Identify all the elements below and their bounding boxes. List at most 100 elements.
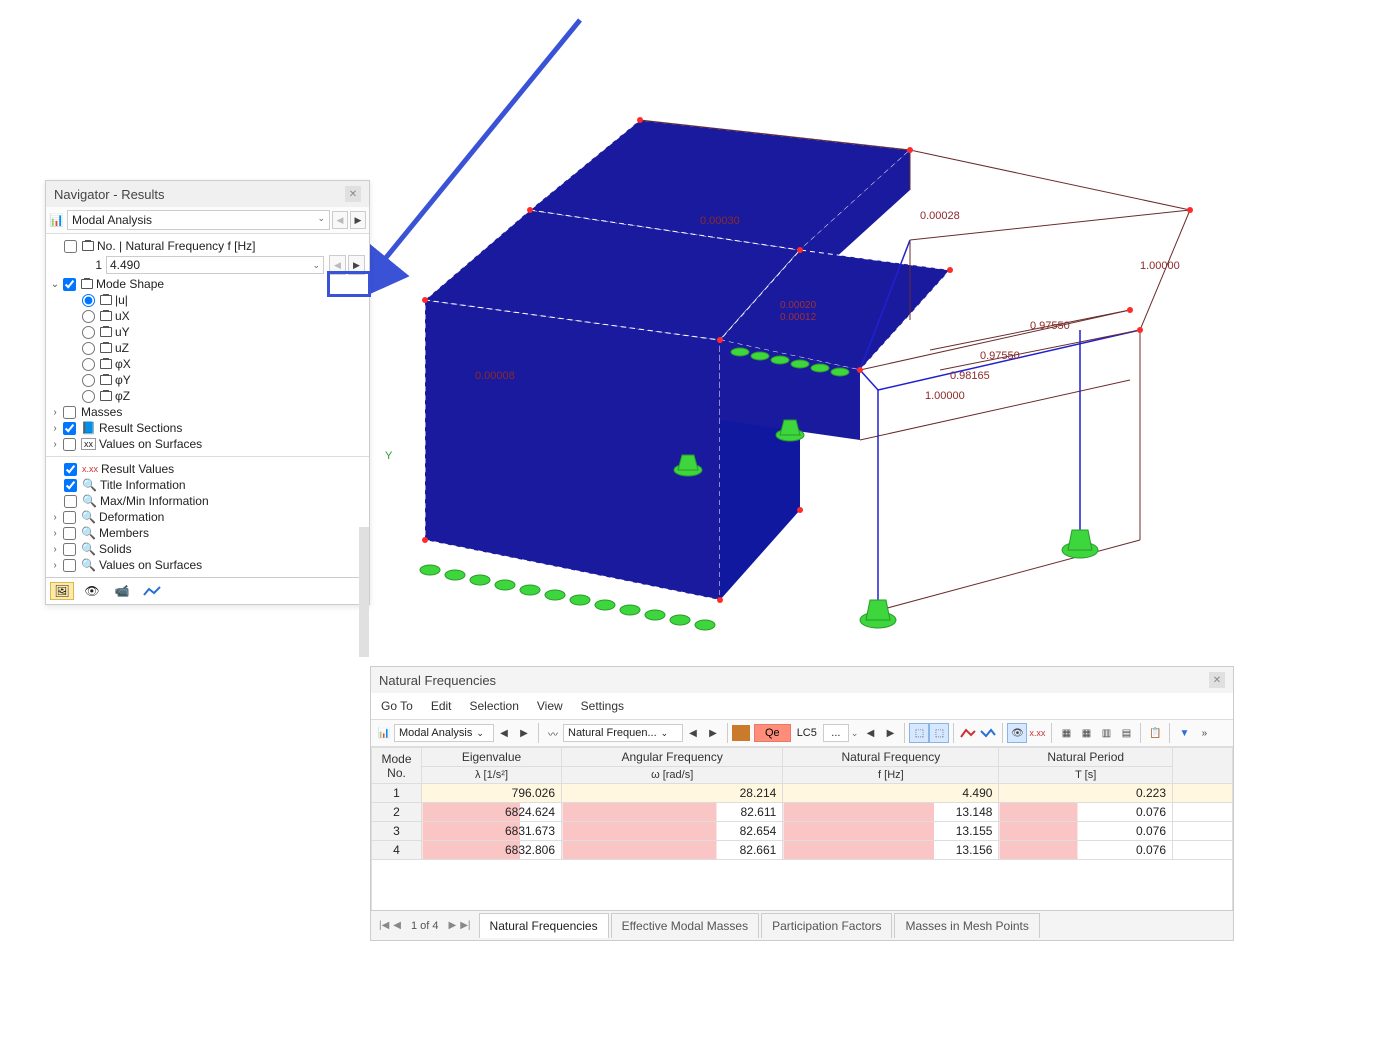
menu-selection[interactable]: Selection — [470, 699, 519, 713]
table-row[interactable]: 2 6824.624 82.611 13.148 0.076 — [372, 803, 1233, 822]
deformation-checkbox[interactable] — [63, 511, 76, 524]
tb-prev3-icon[interactable]: ◀ — [860, 723, 880, 743]
section2-icon[interactable] — [978, 723, 998, 743]
result-sections-checkbox[interactable] — [63, 422, 76, 435]
section-icon[interactable] — [958, 723, 978, 743]
decimals-icon[interactable]: x.xx — [1027, 723, 1047, 743]
grid1-icon[interactable]: ▦ — [1056, 723, 1076, 743]
next-arrow-icon[interactable]: ▶ — [350, 211, 366, 229]
prev-page-icon[interactable]: ◀ — [393, 920, 401, 931]
result-values-item[interactable]: x.xxResult Values — [46, 461, 369, 477]
color-swatch[interactable] — [732, 725, 750, 741]
tb-prev2-icon[interactable]: ◀ — [683, 723, 703, 743]
menu-edit[interactable]: Edit — [431, 699, 452, 713]
tb-next-icon[interactable]: ▶ — [514, 723, 534, 743]
col-natfreq[interactable]: Natural Frequency — [783, 748, 999, 767]
cell-nf[interactable]: 13.155 — [783, 822, 999, 841]
cell-np[interactable]: 0.076 — [999, 822, 1173, 841]
chart-line-icon[interactable] — [140, 582, 164, 600]
col-angfreq[interactable]: Angular Frequency — [562, 748, 783, 767]
col-mode-no[interactable]: Mode No. — [372, 748, 422, 784]
cell-af[interactable]: 82.654 — [562, 822, 783, 841]
eye2-icon[interactable]: 👁 — [1007, 723, 1027, 743]
prev-arrow-icon[interactable]: ◀ — [332, 211, 348, 229]
cell-ev[interactable]: 6832.806 — [422, 841, 562, 860]
phiy-item[interactable]: φY — [46, 372, 369, 388]
cell-ev[interactable]: 6831.673 — [422, 822, 562, 841]
tab-masses-in-mesh-points[interactable]: Masses in Mesh Points — [894, 913, 1039, 938]
cell-af[interactable]: 82.661 — [562, 841, 783, 860]
members-checkbox[interactable] — [63, 527, 76, 540]
next-page-icon[interactable]: ▶ — [449, 920, 457, 931]
analysis-type-select[interactable]: Modal Analysis⌄ — [67, 210, 330, 230]
funnel-icon[interactable]: ▼ — [1174, 723, 1194, 743]
mode-shape-item[interactable]: ⌄ Mode Shape — [46, 276, 369, 292]
phiz-item[interactable]: φZ — [46, 388, 369, 404]
cell-af[interactable]: 82.611 — [562, 803, 783, 822]
tab-participation-factors[interactable]: Participation Factors — [761, 913, 892, 938]
solids-item[interactable]: ›🔍Solids — [46, 541, 369, 557]
grid4-icon[interactable]: ▤ — [1116, 723, 1136, 743]
cell-nf[interactable]: 13.148 — [783, 803, 999, 822]
tab-effective-modal-masses[interactable]: Effective Modal Masses — [611, 913, 760, 938]
menu-view[interactable]: View — [537, 699, 563, 713]
navigator-title-bar[interactable]: Navigator - Results ✕ — [46, 181, 369, 207]
view-icon[interactable]: 🖼 — [50, 582, 74, 600]
table-row[interactable]: 1 796.026 28.214 4.490 0.223 — [372, 784, 1233, 803]
tb-next3-icon[interactable]: ▶ — [880, 723, 900, 743]
result-sections-item[interactable]: ›📘Result Sections — [46, 420, 369, 436]
values-on-surfaces-item[interactable]: ›xxValues on Surfaces — [46, 436, 369, 452]
filter1-icon[interactable]: ⬚ — [909, 723, 929, 743]
tab-natural-frequencies[interactable]: Natural Frequencies — [479, 913, 609, 938]
close-icon[interactable]: ✕ — [1209, 672, 1225, 688]
lc5-label[interactable]: LC5 — [791, 725, 823, 741]
maxmin-info-item[interactable]: 🔍Max/Min Information — [46, 493, 369, 509]
title-info-checkbox[interactable] — [64, 479, 77, 492]
cell-np[interactable]: 0.076 — [999, 803, 1173, 822]
uz-radio[interactable] — [82, 342, 95, 355]
mode-prev-icon[interactable]: ◀ — [329, 255, 346, 275]
cell-ev[interactable]: 6824.624 — [422, 803, 562, 822]
list-icon[interactable]: 📋 — [1145, 723, 1165, 743]
camera-icon[interactable]: 📹 — [110, 582, 134, 600]
cell-ev[interactable]: 796.026 — [422, 784, 562, 803]
uz-item[interactable]: uZ — [46, 340, 369, 356]
freq-checkbox[interactable] — [64, 240, 77, 253]
members-item[interactable]: ›🔍Members — [46, 525, 369, 541]
title-info-item[interactable]: 🔍Title Information — [46, 477, 369, 493]
scrollbar[interactable] — [359, 527, 369, 657]
u-abs-item[interactable]: |u| — [46, 292, 369, 308]
eye-icon[interactable]: 👁 — [80, 582, 104, 600]
deformation-item[interactable]: ›🔍Deformation — [46, 509, 369, 525]
ux-radio[interactable] — [82, 310, 95, 323]
last-page-icon[interactable]: ▶| — [460, 920, 470, 931]
masses-checkbox[interactable] — [63, 406, 76, 419]
phix-item[interactable]: φX — [46, 356, 369, 372]
tb-prev-icon[interactable]: ◀ — [494, 723, 514, 743]
phiz-radio[interactable] — [82, 390, 95, 403]
vos2-item[interactable]: ›🔍Values on Surfaces — [46, 557, 369, 573]
result-values-checkbox[interactable] — [64, 463, 77, 476]
close-icon[interactable]: ✕ — [345, 186, 361, 202]
vos2-checkbox[interactable] — [63, 559, 76, 572]
phiy-radio[interactable] — [82, 374, 95, 387]
tb-result-select[interactable]: Natural Frequen...⌄ — [563, 724, 683, 742]
mode-next-icon[interactable]: ▶ — [348, 255, 365, 275]
col-natperiod[interactable]: Natural Period — [999, 748, 1173, 767]
chevron-down-icon[interactable]: ⌄ — [851, 728, 859, 739]
cell-np[interactable]: 0.076 — [999, 841, 1173, 860]
tb-analysis-select[interactable]: Modal Analysis⌄ — [394, 724, 494, 742]
vos-checkbox[interactable] — [63, 438, 76, 451]
grid2-icon[interactable]: ▦ — [1076, 723, 1096, 743]
cell-nf[interactable]: 4.490 — [783, 784, 999, 803]
grid3-icon[interactable]: ▥ — [1096, 723, 1116, 743]
menu-goto[interactable]: Go To — [381, 699, 413, 713]
qe-button[interactable]: Qe — [754, 724, 791, 742]
uy-item[interactable]: uY — [46, 324, 369, 340]
table-row[interactable]: 3 6831.673 82.654 13.155 0.076 — [372, 822, 1233, 841]
table-row[interactable]: 4 6832.806 82.661 13.156 0.076 — [372, 841, 1233, 860]
first-page-icon[interactable]: |◀ — [379, 920, 389, 931]
ux-item[interactable]: uX — [46, 308, 369, 324]
tb-ellipsis[interactable]: ... — [823, 724, 849, 742]
cell-nf[interactable]: 13.156 — [783, 841, 999, 860]
